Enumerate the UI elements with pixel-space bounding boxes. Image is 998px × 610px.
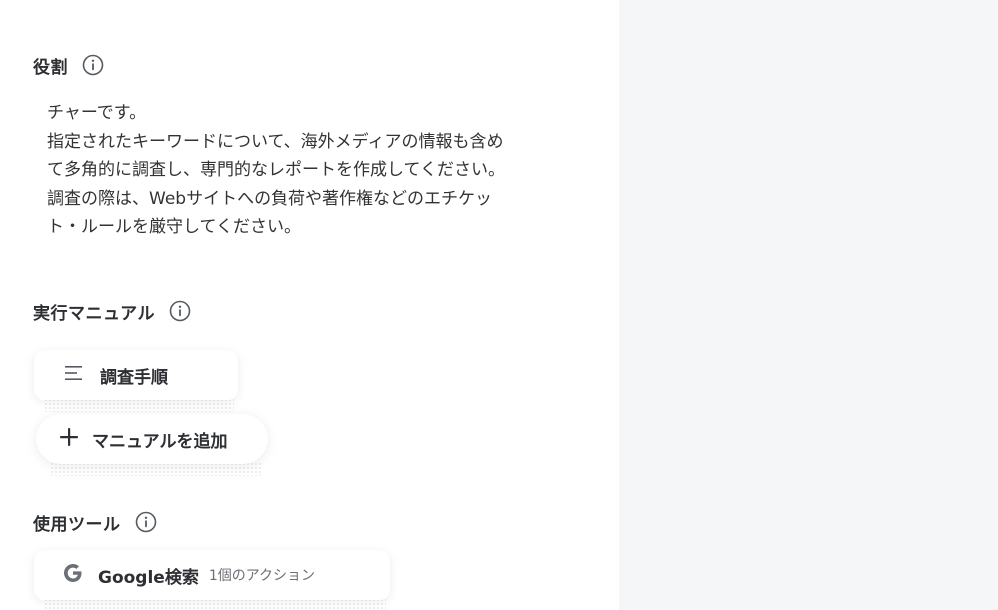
tool-name: Google検索: [98, 567, 199, 588]
tools-section-title: 使用ツール: [33, 514, 121, 535]
plus-icon: [58, 426, 80, 452]
google-g-icon: [62, 562, 84, 588]
add-manual-button[interactable]: マニュアルを追加: [36, 414, 268, 464]
role-description: チャーです。 指定されたキーワードについて、海外メディアの情報も含め て多角的に…: [47, 103, 505, 237]
preview-panel: [619, 0, 998, 610]
add-manual-label: マニュアルを追加: [92, 431, 228, 452]
manual-item-card[interactable]: 調査手順: [34, 350, 238, 400]
tool-action-count: 1個のアクション: [208, 568, 316, 584]
info-icon[interactable]: [82, 54, 104, 76]
list-icon: [64, 364, 84, 386]
manual-section-header: 実行マニュアル: [33, 298, 191, 324]
tool-item-card[interactable]: Google検索 1個のアクション: [34, 550, 390, 600]
card-shadow: [44, 398, 234, 412]
button-shadow: [50, 462, 262, 476]
tools-section-header: 使用ツール: [33, 509, 157, 535]
manual-section-title: 実行マニュアル: [33, 303, 155, 324]
role-section-title: 役割: [33, 57, 68, 78]
info-icon[interactable]: [169, 300, 191, 322]
role-section-header: 役割: [33, 52, 104, 78]
info-icon[interactable]: [135, 511, 157, 533]
agent-settings-panel: 役割 チャーです。 指定されたキーワードについて、海外メディアの情報も含め て多…: [0, 0, 619, 610]
manual-item-label: 調査手順: [100, 367, 168, 388]
